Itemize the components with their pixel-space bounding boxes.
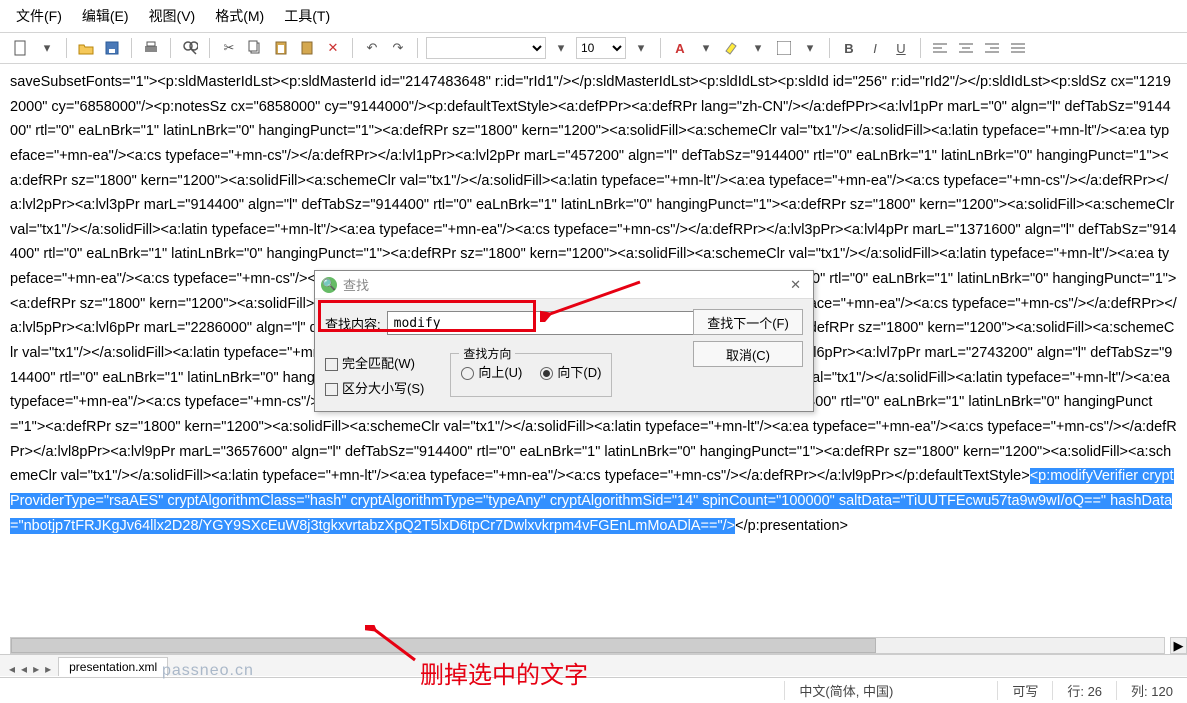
tab-first-icon[interactable]: ◂ xyxy=(6,662,18,676)
find-direction-up-radio[interactable]: 向上(U) xyxy=(461,362,522,381)
highlight-icon[interactable] xyxy=(721,37,743,59)
text-post-selection[interactable]: </p:presentation> xyxy=(735,518,848,534)
paste-icon[interactable] xyxy=(270,37,292,59)
cancel-button[interactable]: 取消(C) xyxy=(693,341,803,367)
checkbox-icon xyxy=(325,383,338,396)
radio-icon xyxy=(461,367,474,380)
italic-icon[interactable]: I xyxy=(864,37,886,59)
menubar: 文件(F) 编辑(E) 视图(V) 格式(M) 工具(T) xyxy=(0,0,1187,33)
menu-format[interactable]: 格式(M) xyxy=(205,4,274,28)
bold-icon[interactable]: B xyxy=(838,37,860,59)
underline-icon[interactable]: U xyxy=(890,37,912,59)
fontcolor-dropdown-icon[interactable]: ▾ xyxy=(695,37,717,59)
status-language: 中文(简体, 中国) xyxy=(784,681,907,700)
menu-view[interactable]: 视图(V) xyxy=(139,4,206,28)
tab-prev-icon[interactable]: ◂ xyxy=(18,662,30,676)
close-icon[interactable]: ✕ xyxy=(784,277,807,293)
copy-icon[interactable] xyxy=(244,37,266,59)
horizontal-scrollbar-thumb[interactable] xyxy=(11,638,876,653)
paste-special-icon[interactable] xyxy=(296,37,318,59)
separator xyxy=(131,38,132,58)
new-file-icon[interactable] xyxy=(10,37,32,59)
find-dialog-titlebar[interactable]: 🔍 查找 ✕ xyxy=(315,271,813,299)
find-content-label: 查找内容: xyxy=(325,314,381,333)
new-folder-icon[interactable]: ▾ xyxy=(36,37,58,59)
find-direction-label: 查找方向 xyxy=(459,345,515,362)
tabbar: ◂ ◂ ▸ ▸ presentation.xml xyxy=(0,654,1187,676)
delete-icon[interactable]: ✕ xyxy=(322,37,344,59)
cut-icon[interactable]: ✂ xyxy=(218,37,240,59)
separator xyxy=(660,38,661,58)
find-dialog: 🔍 查找 ✕ 查找内容: ▾ 查找下一个(F) 取消(C) 完全匹配(W) 区分… xyxy=(314,270,814,412)
redo-icon[interactable]: ↷ xyxy=(387,37,409,59)
fontname-dropdown-icon[interactable]: ▾ xyxy=(550,37,572,59)
print-icon[interactable] xyxy=(140,37,162,59)
separator xyxy=(170,38,171,58)
find-icon[interactable] xyxy=(179,37,201,59)
status-column: 列: 120 xyxy=(1116,681,1187,700)
bgcolor-icon[interactable] xyxy=(773,37,795,59)
match-case-checkbox[interactable]: 区分大小写(S) xyxy=(325,378,424,397)
tab-next-icon[interactable]: ▸ xyxy=(30,662,42,676)
menu-tools[interactable]: 工具(T) xyxy=(274,4,340,28)
checkbox-icon xyxy=(325,358,338,371)
separator xyxy=(66,38,67,58)
fontsize-dropdown-icon[interactable]: ▾ xyxy=(630,37,652,59)
editor-tab[interactable]: presentation.xml xyxy=(58,657,168,676)
separator xyxy=(417,38,418,58)
fontcolor-icon[interactable]: A xyxy=(669,37,691,59)
separator xyxy=(829,38,830,58)
menu-file[interactable]: 文件(F) xyxy=(6,4,72,28)
separator xyxy=(209,38,210,58)
status-line: 行: 26 xyxy=(1052,681,1116,700)
find-dialog-title: 查找 xyxy=(343,275,784,294)
status-edit-mode: 可写 xyxy=(997,681,1052,700)
open-icon[interactable] xyxy=(75,37,97,59)
fontsize-select[interactable]: 10 xyxy=(576,37,626,59)
find-next-button[interactable]: 查找下一个(F) xyxy=(693,309,803,335)
separator xyxy=(352,38,353,58)
statusbar: 中文(简体, 中国) 可写 行: 26 列: 120 xyxy=(0,677,1187,703)
radio-icon xyxy=(540,367,553,380)
find-direction-down-radio[interactable]: 向下(D) xyxy=(540,362,601,381)
find-direction-group: 查找方向 向上(U) 向下(D) xyxy=(450,353,612,397)
align-left-icon[interactable] xyxy=(929,37,951,59)
menu-edit[interactable]: 编辑(E) xyxy=(72,4,139,28)
horizontal-scrollbar-track[interactable] xyxy=(10,637,1165,654)
fontname-select[interactable] xyxy=(426,37,546,59)
separator xyxy=(920,38,921,58)
align-right-icon[interactable] xyxy=(981,37,1003,59)
align-justify-icon[interactable] xyxy=(1007,37,1029,59)
bgcolor-dropdown-icon[interactable]: ▾ xyxy=(799,37,821,59)
undo-icon[interactable]: ↶ xyxy=(361,37,383,59)
highlight-dropdown-icon[interactable]: ▾ xyxy=(747,37,769,59)
match-whole-checkbox[interactable]: 完全匹配(W) xyxy=(325,353,424,372)
tab-last-icon[interactable]: ▸ xyxy=(42,662,54,676)
toolbar: ▾ ✂ ✕ ↶ ↷ ▾ 10 ▾ A ▾ ▾ ▾ B I U xyxy=(0,33,1187,64)
save-icon[interactable] xyxy=(101,37,123,59)
align-center-icon[interactable] xyxy=(955,37,977,59)
find-dialog-icon: 🔍 xyxy=(321,277,337,293)
scroll-right-button[interactable]: ▶ xyxy=(1170,637,1187,654)
